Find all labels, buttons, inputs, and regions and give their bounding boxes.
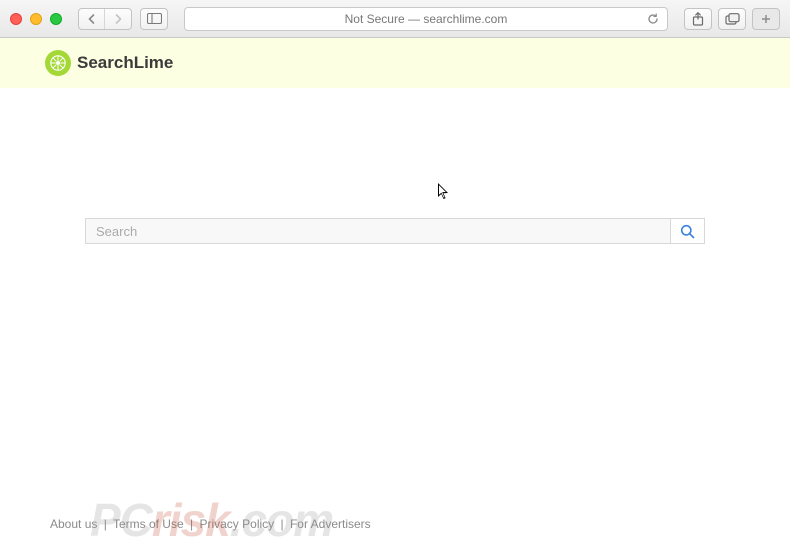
- site-logo[interactable]: SearchLime: [45, 50, 173, 76]
- maximize-window-button[interactable]: [50, 13, 62, 25]
- browser-toolbar: Not Secure — searchlime.com: [0, 0, 790, 38]
- window-controls: [10, 13, 62, 25]
- footer-link-about[interactable]: About us: [50, 517, 97, 531]
- sidebar-toggle-button[interactable]: [140, 8, 168, 30]
- separator: |: [281, 517, 284, 531]
- main-content: [0, 88, 790, 244]
- reload-icon[interactable]: [647, 13, 659, 25]
- nav-back-forward: [78, 8, 132, 30]
- new-tab-button[interactable]: [752, 8, 780, 30]
- separator: |: [104, 517, 107, 531]
- toolbar-right-group: [684, 8, 780, 30]
- separator: |: [190, 517, 193, 531]
- footer-link-terms[interactable]: Terms of Use: [113, 517, 184, 531]
- footer-links: About us | Terms of Use | Privacy Policy…: [50, 517, 371, 531]
- back-button[interactable]: [79, 9, 105, 29]
- address-bar[interactable]: Not Secure — searchlime.com: [184, 7, 668, 31]
- search-button[interactable]: [671, 218, 705, 244]
- minimize-window-button[interactable]: [30, 13, 42, 25]
- site-header: SearchLime: [0, 38, 790, 88]
- url-text: Not Secure — searchlime.com: [345, 12, 508, 26]
- lime-icon: [45, 50, 71, 76]
- share-button[interactable]: [684, 8, 712, 30]
- brand-text: SearchLime: [77, 53, 173, 73]
- show-tabs-button[interactable]: [718, 8, 746, 30]
- footer-link-privacy[interactable]: Privacy Policy: [199, 517, 274, 531]
- forward-button[interactable]: [105, 9, 131, 29]
- close-window-button[interactable]: [10, 13, 22, 25]
- search-form: [85, 218, 705, 244]
- footer-link-advertisers[interactable]: For Advertisers: [290, 517, 371, 531]
- search-icon: [680, 224, 695, 239]
- search-input[interactable]: [85, 218, 671, 244]
